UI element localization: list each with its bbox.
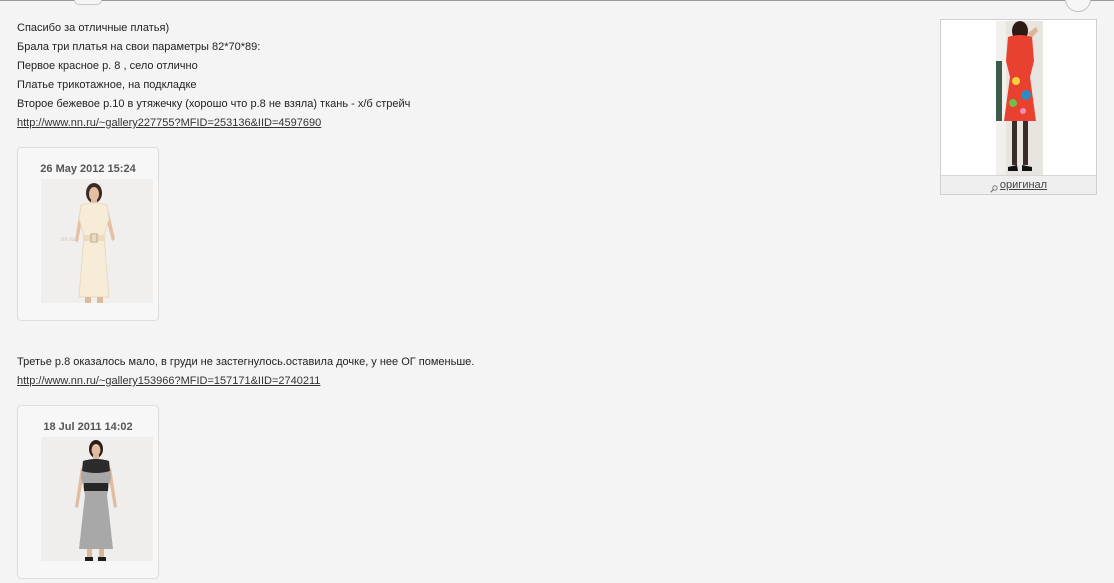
post-1-gallery-link[interactable]: http://www.nn.ru/~gallery227755?MFID=253… — [17, 117, 321, 129]
zoom-icon — [990, 181, 998, 193]
post-2-thumbnail-card[interactable]: 18 Jul 2011 14:02 — [17, 405, 159, 579]
post-2-thumbnail-date: 18 Jul 2011 14:02 — [43, 421, 133, 433]
post-2-text: Третье р.8 оказалось мало, в груди не за… — [17, 353, 897, 391]
grey-lace-dress-photo[interactable] — [41, 437, 153, 561]
top-divider — [0, 0, 1114, 1]
top-circle-button[interactable] — [1065, 0, 1091, 12]
post-1-text: Спасибо за отличные платья) Брала три пл… — [17, 19, 897, 133]
post-2-line-1: Третье р.8 оказалось мало, в груди не за… — [17, 356, 475, 368]
red-dress-photo[interactable] — [996, 21, 1043, 176]
top-tab-handle[interactable] — [74, 0, 102, 5]
post-1-thumbnail-date: 26 May 2012 15:24 — [40, 163, 136, 175]
post-1-line-3: Первое красное р. 8 , село отлично — [17, 60, 198, 72]
post-1-line-1: Спасибо за отличные платья) — [17, 22, 170, 34]
beige-dress-photo[interactable]: nn.ru — [41, 179, 153, 303]
post-1-thumbnail-card[interactable]: 26 May 2012 15:24 nn.ru — [17, 147, 159, 321]
original-link[interactable]: оригинал — [1000, 179, 1047, 191]
post-2-gallery-link[interactable]: http://www.nn.ru/~gallery153966?MFID=157… — [17, 375, 320, 387]
red-dress-side-image[interactable]: оригинал — [940, 19, 1097, 195]
post-1-line-4: Платье трикотажное, на подкладке — [17, 79, 197, 91]
side-image-caption: оригинал — [941, 175, 1096, 194]
post-1-line-5: Второе бежевое р.10 в утяжечку (хорошо ч… — [17, 98, 411, 110]
post-1-line-2: Брала три платья на свои параметры 82*70… — [17, 41, 261, 53]
svg-text:nn.ru: nn.ru — [61, 237, 75, 243]
